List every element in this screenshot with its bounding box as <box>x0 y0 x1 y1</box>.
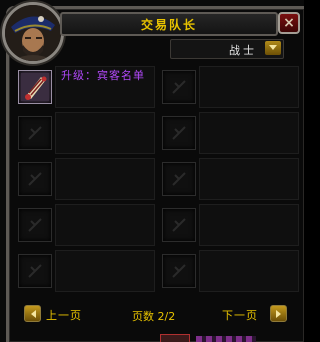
empty-item-slot <box>18 162 52 196</box>
item-name: 升级：宾客名单 <box>61 69 145 82</box>
empty-name-box <box>55 250 155 292</box>
empty-item-slot <box>162 162 196 196</box>
npc-portrait <box>2 2 64 64</box>
title-bar: 交易队长 <box>60 12 278 36</box>
next-page-label[interactable]: 下一页 <box>222 307 258 323</box>
trade-captain-window: 交易队长 × 战士 升级：宾客名单 上一页 页数 2/2 下一页 <box>0 0 304 342</box>
empty-name-box <box>199 112 299 154</box>
empty-name-box <box>199 158 299 200</box>
empty-item-slot <box>18 208 52 242</box>
chevron-right-icon <box>275 309 281 318</box>
empty-item-slot <box>162 116 196 150</box>
empty-name-box <box>199 250 299 292</box>
partial-item-bar <box>196 336 256 342</box>
empty-name-box <box>55 112 155 154</box>
partial-action-icon[interactable] <box>160 334 190 342</box>
next-page-button[interactable] <box>270 305 287 322</box>
scroll-icon <box>21 73 49 101</box>
page-indicator: 页数 2/2 <box>132 310 176 323</box>
window-title: 交易队长 <box>140 17 197 32</box>
close-button[interactable]: × <box>278 12 300 34</box>
chevron-down-icon[interactable] <box>265 41 281 55</box>
close-icon: × <box>283 15 295 31</box>
class-filter-dropdown[interactable]: 战士 <box>170 39 284 59</box>
prev-page-button[interactable] <box>24 305 41 322</box>
item-slot[interactable] <box>18 70 52 104</box>
class-filter-value: 战士 <box>229 44 257 57</box>
empty-item-slot <box>18 116 52 150</box>
empty-name-box <box>199 204 299 246</box>
prev-page-label[interactable]: 上一页 <box>46 307 82 323</box>
empty-item-slot <box>18 254 52 288</box>
empty-item-slot <box>162 70 196 104</box>
empty-name-box <box>55 158 155 200</box>
empty-item-slot <box>162 208 196 242</box>
empty-name-box <box>55 204 155 246</box>
chevron-left-icon <box>30 309 36 318</box>
empty-item-slot <box>162 254 196 288</box>
empty-name-box <box>199 66 299 108</box>
